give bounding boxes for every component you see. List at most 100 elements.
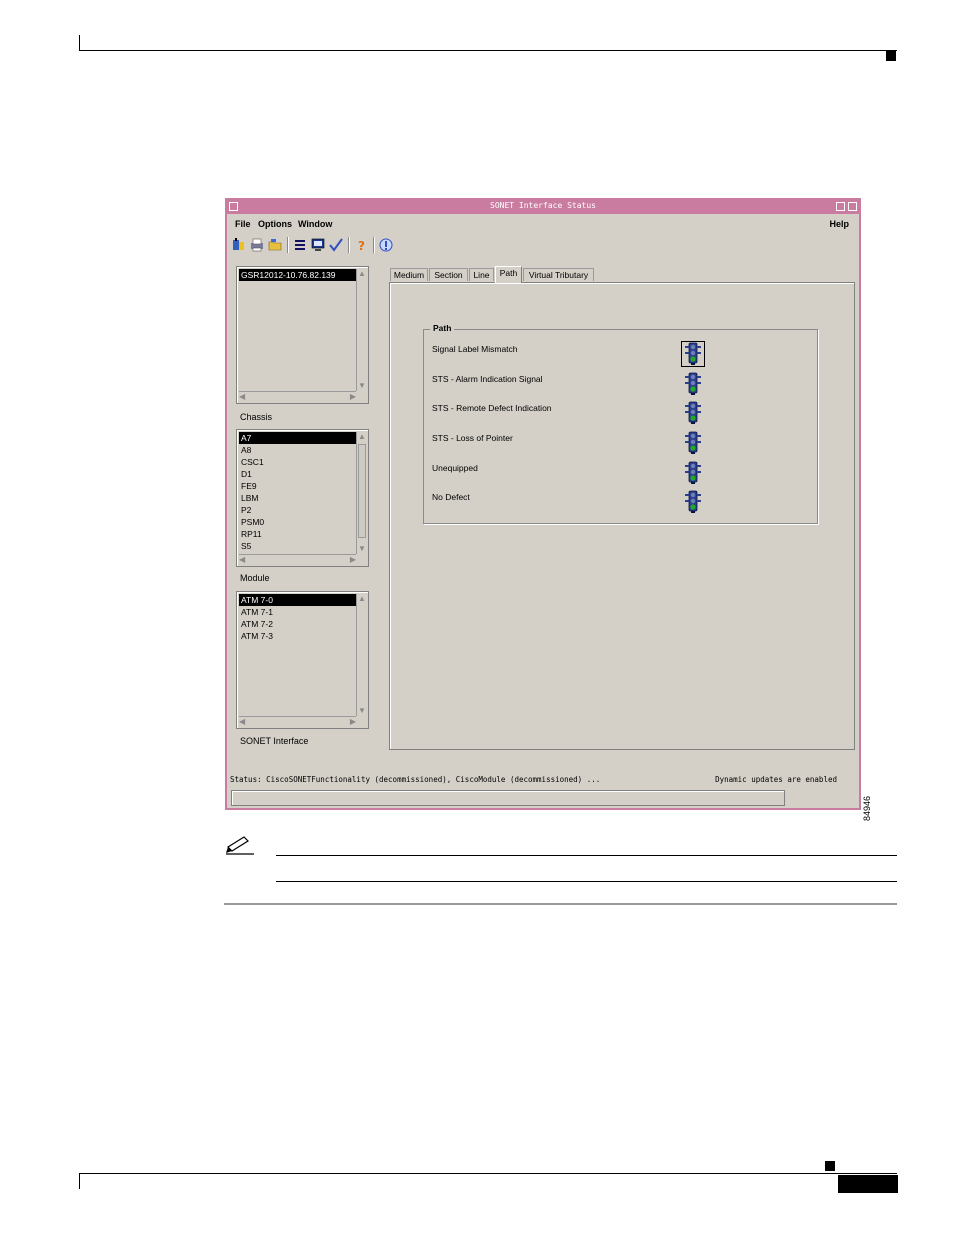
menu-window[interactable]: Window bbox=[298, 219, 332, 229]
scroll-right-icon[interactable]: ▶ bbox=[350, 392, 356, 402]
print-icon[interactable] bbox=[249, 237, 265, 253]
scroll-left-icon[interactable]: ◀ bbox=[239, 717, 245, 727]
list-item[interactable]: GSR12012-10.76.82.139 bbox=[239, 269, 356, 281]
list-icon[interactable] bbox=[292, 237, 308, 253]
scroll-right-icon[interactable]: ▶ bbox=[350, 555, 356, 565]
tab-line[interactable]: Line bbox=[469, 268, 494, 281]
section-end-rule bbox=[224, 903, 897, 905]
traffic-light-icon[interactable] bbox=[682, 431, 704, 455]
menu-options[interactable]: Options bbox=[258, 219, 292, 229]
module-list-items: ATM 7-0 ATM 7-1 ATM 7-2 ATM 7-3 bbox=[239, 594, 356, 716]
alarm-label: No Defect bbox=[432, 492, 470, 502]
chassis-list-hscroll[interactable]: ◀ ▶ bbox=[239, 554, 356, 565]
list-item[interactable]: D1 bbox=[239, 468, 356, 480]
open-icon[interactable] bbox=[231, 237, 247, 253]
status-message: Status: CiscoSONETFunctionality (decommi… bbox=[230, 775, 601, 784]
path-group: Path Signal Label Mismatch STS - Alarm I… bbox=[423, 323, 818, 524]
scroll-down-icon[interactable]: ▼ bbox=[358, 706, 366, 716]
alarm-label: STS - Loss of Pointer bbox=[432, 433, 513, 443]
chassis-list[interactable]: A7 A8 CSC1 D1 FE9 LBM P2 PSM0 RP11 S5 ▲ ▼ ◀ ▶ bbox=[236, 429, 369, 567]
module-list-vscroll[interactable]: ▲ ▼ bbox=[356, 594, 367, 716]
toolbar-separator bbox=[373, 237, 375, 253]
sonet-interface-status-window: SONET Interface Status File Options Wind… bbox=[225, 198, 861, 810]
footer-page-block bbox=[838, 1175, 898, 1193]
info-icon[interactable] bbox=[378, 237, 394, 253]
minimize-icon[interactable] bbox=[836, 202, 845, 211]
window-title: SONET Interface Status bbox=[490, 201, 596, 210]
alarm-label: Signal Label Mismatch bbox=[432, 344, 518, 354]
footer-rule bbox=[79, 1173, 897, 1174]
module-list[interactable]: ATM 7-0 ATM 7-1 ATM 7-2 ATM 7-3 ▲ ▼ ◀ ▶ bbox=[236, 591, 369, 729]
traffic-light-icon[interactable] bbox=[682, 490, 704, 514]
list-item[interactable]: S5 bbox=[239, 540, 356, 552]
menu-help[interactable]: Help bbox=[829, 219, 849, 229]
device-list-hscroll[interactable]: ◀ ▶ bbox=[239, 391, 356, 402]
chassis-list-vscroll[interactable]: ▲ ▼ bbox=[356, 432, 367, 554]
traffic-light-icon[interactable] bbox=[682, 401, 704, 425]
traffic-light-icon[interactable] bbox=[682, 461, 704, 485]
toolbar: ? bbox=[231, 235, 855, 255]
traffic-light-icon[interactable] bbox=[681, 341, 705, 367]
title-bar[interactable]: SONET Interface Status bbox=[227, 200, 859, 214]
scroll-up-icon[interactable]: ▲ bbox=[358, 269, 366, 279]
alarm-label: Unequipped bbox=[432, 463, 478, 473]
sonet-interface-label: SONET Interface bbox=[240, 736, 309, 746]
status-field bbox=[231, 790, 785, 806]
device-list-items: GSR12012-10.76.82.139 bbox=[239, 269, 356, 391]
list-item[interactable]: RP11 bbox=[239, 528, 356, 540]
toolbar-separator bbox=[348, 237, 350, 253]
list-item[interactable]: FE9 bbox=[239, 480, 356, 492]
check-icon[interactable] bbox=[328, 237, 344, 253]
list-item[interactable]: LBM bbox=[239, 492, 356, 504]
list-item[interactable]: ATM 7-0 bbox=[239, 594, 356, 606]
header-tick bbox=[79, 35, 80, 51]
footer-tick bbox=[79, 1173, 80, 1189]
tab-path[interactable]: Path bbox=[495, 266, 522, 283]
maximize-icon[interactable] bbox=[848, 202, 857, 211]
folder-icon[interactable] bbox=[267, 237, 283, 253]
path-group-title: Path bbox=[430, 323, 455, 333]
tab-medium[interactable]: Medium bbox=[390, 268, 428, 281]
module-list-hscroll[interactable]: ◀ ▶ bbox=[239, 716, 356, 727]
module-label: Module bbox=[240, 573, 270, 583]
scroll-up-icon[interactable]: ▲ bbox=[358, 594, 366, 604]
note-bottom-rule bbox=[276, 881, 897, 882]
dynamic-updates-status: Dynamic updates are enabled bbox=[715, 775, 837, 784]
footer-marker bbox=[825, 1161, 835, 1171]
list-item[interactable]: ATM 7-1 bbox=[239, 606, 356, 618]
alarm-label: STS - Remote Defect Indication bbox=[432, 403, 552, 413]
list-item[interactable]: ATM 7-2 bbox=[239, 618, 356, 630]
figure-id: 84946 bbox=[862, 795, 872, 821]
traffic-light-icon[interactable] bbox=[682, 372, 704, 396]
scroll-down-icon[interactable]: ▼ bbox=[358, 381, 366, 391]
scroll-up-icon[interactable]: ▲ bbox=[358, 432, 366, 442]
tab-virtual-tributary[interactable]: Virtual Tributary bbox=[523, 268, 594, 281]
list-item[interactable]: CSC1 bbox=[239, 456, 356, 468]
list-item[interactable]: P2 bbox=[239, 504, 356, 516]
monitor-icon[interactable] bbox=[310, 237, 326, 253]
header-marker bbox=[886, 51, 896, 61]
help-icon[interactable]: ? bbox=[353, 237, 369, 253]
scroll-thumb[interactable] bbox=[358, 444, 366, 538]
svg-text:?: ? bbox=[358, 239, 365, 252]
header-rule bbox=[79, 50, 897, 51]
list-item[interactable]: A7 bbox=[239, 432, 356, 444]
toolbar-separator bbox=[287, 237, 289, 253]
menu-file[interactable]: File bbox=[235, 219, 251, 229]
scroll-right-icon[interactable]: ▶ bbox=[350, 717, 356, 727]
list-item[interactable]: ATM 7-3 bbox=[239, 630, 356, 642]
chassis-label: Chassis bbox=[240, 412, 273, 422]
menu-bar: File Options Window Help bbox=[231, 216, 855, 232]
list-item[interactable]: PSM0 bbox=[239, 516, 356, 528]
note-top-rule bbox=[276, 855, 897, 856]
scroll-left-icon[interactable]: ◀ bbox=[239, 555, 245, 565]
device-list-vscroll[interactable]: ▲ ▼ bbox=[356, 269, 367, 391]
note-pencil-icon bbox=[226, 836, 254, 855]
chassis-list-items: A7 A8 CSC1 D1 FE9 LBM P2 PSM0 RP11 S5 bbox=[239, 432, 356, 554]
list-item[interactable]: A8 bbox=[239, 444, 356, 456]
device-list[interactable]: GSR12012-10.76.82.139 ▲ ▼ ◀ ▶ bbox=[236, 266, 369, 404]
scroll-left-icon[interactable]: ◀ bbox=[239, 392, 245, 402]
scroll-down-icon[interactable]: ▼ bbox=[358, 544, 366, 554]
tab-section[interactable]: Section bbox=[429, 268, 468, 281]
alarm-label: STS - Alarm Indication Signal bbox=[432, 374, 543, 384]
